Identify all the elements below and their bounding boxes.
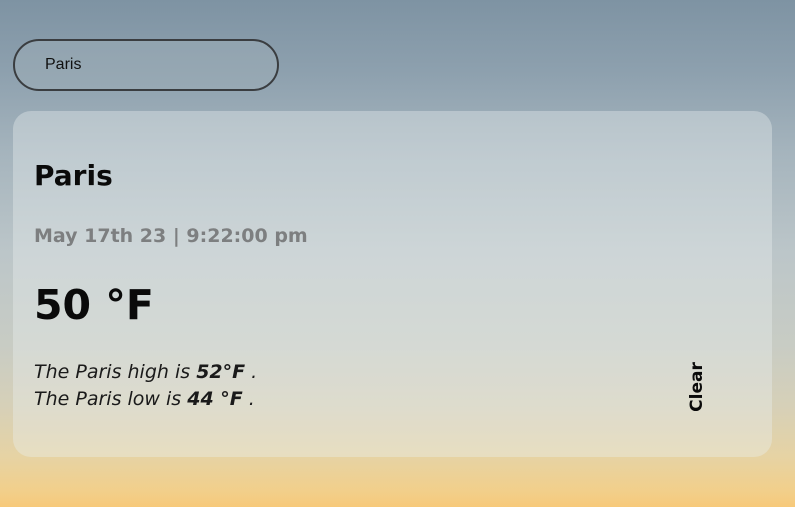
high-text: The Paris high is 52°F . [34, 361, 257, 383]
clear-label: Clear [687, 362, 707, 412]
low-suffix: . [242, 388, 255, 410]
low-text: The Paris low is 44 °F . [34, 388, 255, 410]
low-prefix: The Paris low is [34, 388, 188, 410]
weather-card: Paris May 17th 23 | 9:22:00 pm 50 °F The… [13, 111, 772, 457]
date-time: May 17th 23 | 9:22:00 pm [34, 225, 308, 247]
clear-button[interactable]: Clear [682, 352, 712, 422]
high-temperature: 52°F [196, 361, 246, 383]
high-low-summary: The Paris high is 52°F . The Paris low i… [34, 359, 257, 413]
high-prefix: The Paris high is [34, 361, 197, 383]
high-suffix: . [245, 361, 258, 383]
low-temperature: 44 °F [187, 388, 243, 410]
city-name: Paris [34, 159, 113, 192]
search-input[interactable] [13, 39, 279, 91]
current-temperature: 50 °F [34, 281, 154, 329]
